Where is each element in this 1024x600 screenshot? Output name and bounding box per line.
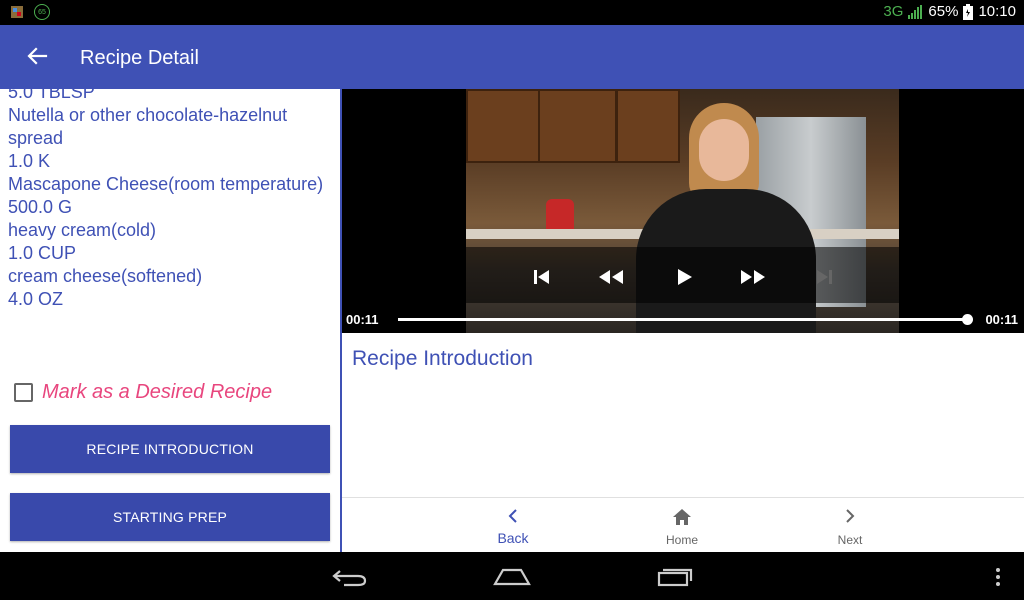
- play-icon[interactable]: [674, 267, 694, 287]
- skip-previous-icon[interactable]: [532, 267, 552, 287]
- nav-next-label: Next: [837, 533, 863, 547]
- nav-back-button[interactable]: Back: [453, 498, 573, 553]
- step-detail-pane: 00:11 00:11 Recipe Introduction Back Hom…: [342, 89, 1024, 553]
- app-title: Recipe Detail: [80, 47, 199, 69]
- system-back-icon[interactable]: [332, 567, 368, 587]
- desired-recipe-label: Mark as a Desired Recipe: [42, 381, 273, 403]
- chevron-right-icon: [846, 509, 855, 523]
- current-time: 00:11: [346, 312, 379, 327]
- fast-forward-icon[interactable]: [740, 267, 766, 287]
- network-type: 3G: [883, 3, 904, 20]
- skip-next-icon: [817, 270, 832, 284]
- system-home-icon[interactable]: [493, 567, 531, 587]
- ingredient-name: heavy cream(cold): [8, 220, 157, 240]
- ingredient-quantity: 1.0 K: [8, 151, 51, 171]
- clock: 10:10: [978, 3, 1016, 20]
- ingredient-name: cream cheese(softened): [8, 266, 203, 286]
- kitchen-cabinet: [616, 89, 680, 163]
- system-navigation-bar: [0, 552, 1024, 600]
- battery-icon: [963, 3, 974, 20]
- nav-back-label: Back: [497, 530, 529, 546]
- ingredient-quantity: 500.0 G: [8, 197, 73, 217]
- signal-icon: [908, 4, 923, 19]
- rewind-icon[interactable]: [598, 267, 624, 287]
- chevron-left-icon: [508, 509, 517, 523]
- ingredient-quantity: 4.0 OZ: [8, 289, 64, 309]
- presenter-face: [699, 119, 749, 181]
- notification-badge-icon: 65: [34, 4, 50, 20]
- duration-time: 00:11: [985, 312, 1018, 327]
- nav-home-button[interactable]: Home: [622, 498, 742, 553]
- battery-percent: 65%: [928, 3, 959, 20]
- nav-home-label: Home: [665, 533, 698, 547]
- kitchen-cabinet: [538, 89, 617, 163]
- ingredient-name: Nutella or other chocolate-hazelnut spre…: [8, 105, 288, 148]
- seek-bar[interactable]: [398, 318, 968, 321]
- ingredient-list: 5.0 TBLSP Nutella or other chocolate-haz…: [8, 89, 328, 311]
- ingredient-quantity: 1.0 CUP: [8, 243, 77, 263]
- app-notification-icon: [11, 6, 23, 18]
- seek-thumb[interactable]: [962, 314, 973, 325]
- ingredient-quantity: 5.0 TBLSP: [8, 89, 95, 102]
- step-button-recipe-introduction[interactable]: RECIPE INTRODUCTION: [10, 425, 330, 473]
- ingredient-name: Mascapone Cheese(room temperature): [8, 174, 324, 194]
- system-recents-icon[interactable]: [657, 567, 693, 587]
- app-bar: Recipe Detail: [0, 25, 1024, 89]
- video-player[interactable]: 00:11 00:11: [342, 89, 1024, 333]
- checkbox-box[interactable]: [14, 383, 33, 402]
- step-button-starting-prep[interactable]: STARTING PREP: [10, 493, 330, 541]
- kitchen-cabinet: [466, 89, 540, 163]
- status-bar: 65 3G 65% 10:10: [0, 0, 1024, 25]
- nav-next-button[interactable]: Next: [790, 498, 910, 553]
- back-arrow-icon[interactable]: [26, 45, 48, 67]
- recipe-detail-pane[interactable]: 5.0 TBLSP Nutella or other chocolate-haz…: [0, 89, 340, 552]
- overflow-menu-icon[interactable]: [994, 567, 1002, 587]
- desired-recipe-checkbox[interactable]: Mark as a Desired Recipe: [14, 381, 272, 404]
- home-icon: [673, 509, 691, 525]
- step-description: Recipe Introduction: [352, 347, 533, 370]
- bottom-navigation: Back Home Next: [342, 497, 1024, 553]
